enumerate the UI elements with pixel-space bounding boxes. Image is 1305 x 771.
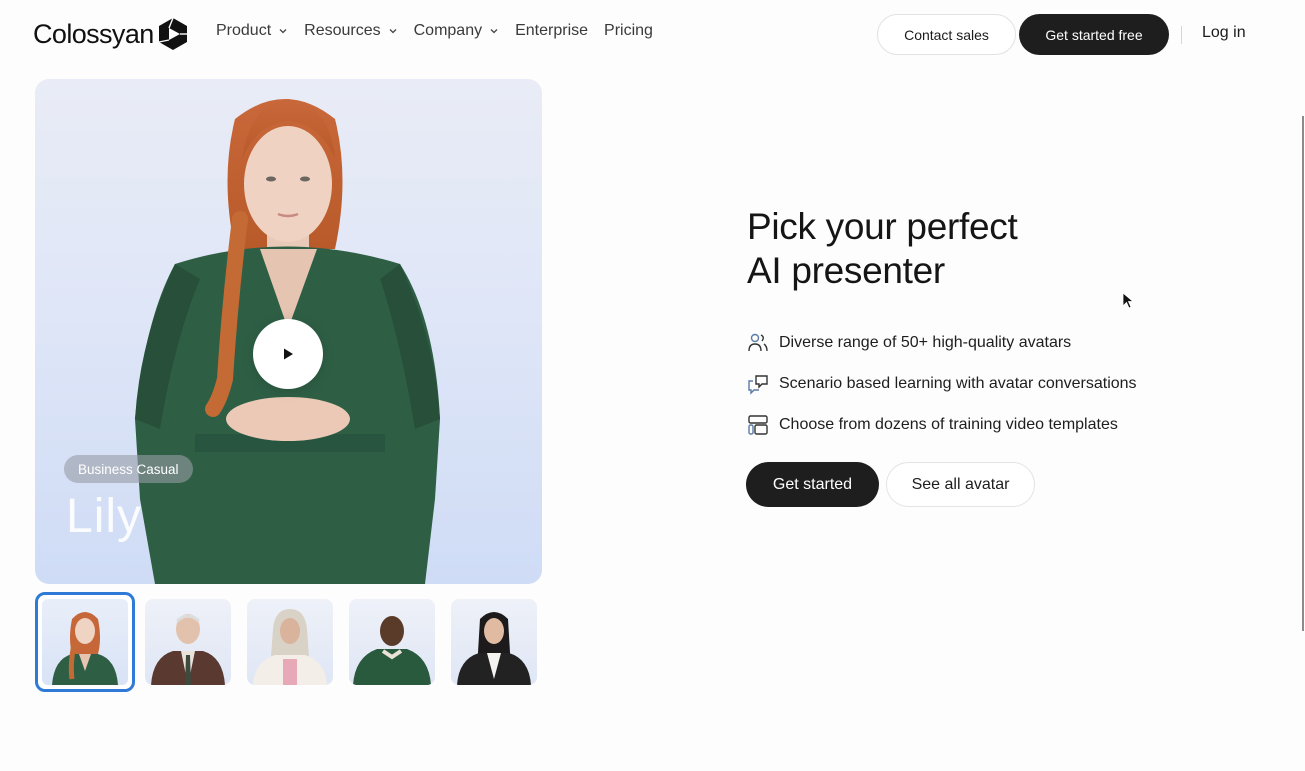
nav-actions: Contact sales Get started free Log in — [0, 14, 1305, 55]
contact-sales-button[interactable]: Contact sales — [877, 14, 1016, 55]
avatar-thumbnail-selected[interactable] — [35, 592, 135, 692]
avatar-woman-hijab-image — [253, 609, 327, 685]
nav-divider — [1181, 26, 1182, 44]
avatar-man-green-hoodie-image — [353, 616, 431, 685]
play-button[interactable] — [253, 319, 323, 389]
feature-text: Diverse range of 50+ high-quality avatar… — [779, 333, 1072, 351]
headline-line-1: Pick your perfect — [747, 206, 1018, 247]
avatar-thumbnail[interactable] — [451, 599, 537, 685]
headline-line-2: AI presenter — [747, 250, 945, 291]
hero-headline: Pick your perfect AI presenter — [747, 205, 1018, 293]
template-layout-icon — [748, 414, 768, 435]
feature-list: Diverse range of 50+ high-quality avatar… — [747, 322, 1137, 445]
feature-item: Diverse range of 50+ high-quality avatar… — [747, 322, 1137, 363]
get-started-free-button[interactable]: Get started free — [1019, 14, 1169, 55]
feature-item: Scenario based learning with avatar conv… — [747, 363, 1137, 404]
avatar-older-man-suit-image — [151, 614, 225, 685]
avatar-thumbnail[interactable] — [247, 599, 333, 685]
top-navigation: Colossyan Product Resources Company Ente… — [0, 0, 1305, 70]
presenter-name: Lily — [66, 490, 143, 543]
chat-bubbles-icon — [748, 374, 768, 395]
feature-item: Choose from dozens of training video tem… — [747, 404, 1137, 445]
feature-text: Scenario based learning with avatar conv… — [779, 374, 1137, 392]
presenter-video-player[interactable]: Business Casual Lily — [35, 79, 542, 584]
play-icon — [284, 348, 293, 360]
get-started-button[interactable]: Get started — [746, 462, 879, 507]
avatar-woman-black-blazer-image — [457, 612, 531, 685]
scrollbar[interactable] — [1302, 116, 1304, 631]
feature-text: Choose from dozens of training video tem… — [779, 415, 1118, 433]
avatar-red-hair-woman-image — [52, 612, 118, 685]
avatar-thumbnail-strip — [35, 592, 553, 692]
see-all-avatar-button[interactable]: See all avatar — [886, 462, 1035, 507]
users-icon — [748, 333, 768, 351]
avatar-thumbnail[interactable] — [349, 599, 435, 685]
log-in-link[interactable]: Log in — [1202, 24, 1246, 42]
mouse-cursor-icon — [1122, 292, 1134, 309]
outfit-style-badge: Business Casual — [64, 455, 193, 483]
avatar-thumbnail[interactable] — [145, 599, 231, 685]
